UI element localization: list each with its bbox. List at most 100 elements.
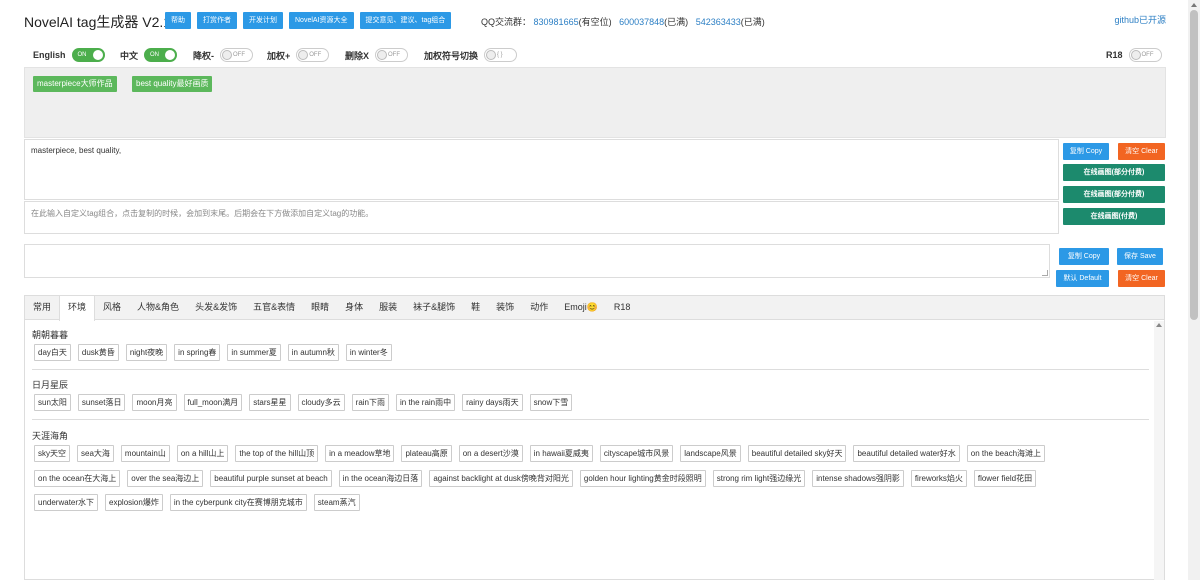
- toggle-weight[interactable]: 加权+ OFF: [267, 48, 330, 62]
- tag-chip[interactable]: moon月亮: [132, 394, 177, 411]
- tab-style[interactable]: 风格: [95, 296, 129, 319]
- tag-chip[interactable]: day白天: [34, 344, 71, 361]
- tab-face[interactable]: 五官&表情: [245, 296, 303, 319]
- tag-chip[interactable]: mountain山: [120, 445, 170, 462]
- tag-chip[interactable]: rain下雨: [351, 394, 389, 411]
- tag-chip[interactable]: in summer夏: [227, 344, 281, 361]
- tag-chip[interactable]: in the cyberpunk city在赛博朋克城市: [169, 494, 307, 511]
- tag-chip[interactable]: fireworks焰火: [910, 470, 967, 487]
- tab-emoji[interactable]: Emoji😊: [556, 296, 606, 319]
- selected-tag[interactable]: masterpiece大师作品: [33, 76, 117, 92]
- tag-chip[interactable]: on the ocean在大海上: [34, 470, 121, 487]
- tag-chip[interactable]: night夜晚: [125, 344, 168, 361]
- tab-r18[interactable]: R18: [606, 296, 639, 319]
- tag-chip[interactable]: on a desert沙漠: [458, 445, 523, 462]
- scroll-up-arrow-icon[interactable]: [1156, 323, 1162, 327]
- resize-handle[interactable]: [1042, 270, 1048, 276]
- tag-chip[interactable]: underwater水下: [34, 494, 99, 511]
- tag-chip[interactable]: in spring春: [174, 344, 221, 361]
- tag-chip[interactable]: in the ocean海边日落: [338, 470, 423, 487]
- tab-character[interactable]: 人物&角色: [129, 296, 187, 319]
- tab-legwear[interactable]: 袜子&腿饰: [405, 296, 463, 319]
- tag-chip[interactable]: sun太阳: [34, 394, 71, 411]
- tag-chip[interactable]: beautiful detailed water好水: [853, 445, 960, 462]
- tag-chip[interactable]: in autumn秋: [287, 344, 339, 361]
- copy-button[interactable]: 复制 Copy: [1063, 143, 1109, 160]
- tab-eyes[interactable]: 眼睛: [303, 296, 337, 319]
- tag-chip[interactable]: stars星星: [249, 394, 291, 411]
- toggle-switch[interactable]: OFF: [220, 48, 253, 62]
- tag-chip[interactable]: strong rim light强边缘光: [712, 470, 806, 487]
- copy-custom-button[interactable]: 复制 Copy: [1059, 248, 1109, 265]
- tag-chip[interactable]: on a hill山上: [176, 445, 229, 462]
- selected-tag[interactable]: best quality最好画质: [132, 76, 213, 92]
- tag-chip[interactable]: flower field花田: [973, 470, 1037, 487]
- github-link[interactable]: github已开源: [1114, 13, 1166, 26]
- tab-environment[interactable]: 环境: [59, 296, 96, 321]
- save-button[interactable]: 保存 Save: [1117, 248, 1163, 265]
- toggle-switch[interactable]: OFF: [375, 48, 409, 62]
- tag-chip[interactable]: in the rain雨中: [396, 394, 456, 411]
- tag-chip[interactable]: in a meadow草地: [325, 445, 395, 462]
- dev-plan-button[interactable]: 开发计划: [243, 12, 283, 29]
- tag-chip[interactable]: in winter冬: [345, 344, 392, 361]
- tag-chip[interactable]: full_moon满月: [183, 394, 243, 411]
- tag-chip[interactable]: beautiful purple sunset at beach: [210, 470, 332, 487]
- toggle-english[interactable]: English ON: [33, 48, 105, 62]
- tag-chip[interactable]: cityscape城市风景: [599, 445, 674, 462]
- toggle-deweight[interactable]: 降权- OFF: [193, 48, 253, 62]
- tag-chip[interactable]: the top of the hill山顶: [235, 445, 319, 462]
- tag-chip[interactable]: plateau高原: [401, 445, 452, 462]
- tag-chip[interactable]: intense shadows强阴影: [812, 470, 904, 487]
- tag-chip[interactable]: sea大海: [77, 445, 114, 462]
- tag-chip[interactable]: steam蒸汽: [313, 494, 360, 511]
- tag-chip[interactable]: rainy days雨天: [462, 394, 523, 411]
- tag-chip[interactable]: on the beach海滩上: [966, 445, 1046, 462]
- scrollbar-thumb[interactable]: [1190, 10, 1198, 320]
- online-draw-button-3[interactable]: 在线画图(付费): [1063, 208, 1165, 225]
- tag-panel-scrollbar[interactable]: [1154, 321, 1164, 580]
- toggle-chinese[interactable]: 中文 ON: [120, 48, 178, 62]
- toggle-switch[interactable]: ON: [144, 48, 178, 62]
- tag-chip[interactable]: cloudy多云: [297, 394, 345, 411]
- tab-common[interactable]: 常用: [25, 296, 59, 319]
- output-textarea[interactable]: masterpiece, best quality,: [24, 139, 1059, 200]
- qq-group-2-number[interactable]: 600037848: [619, 17, 664, 27]
- clear-custom-button[interactable]: 清空 Clear: [1118, 270, 1165, 287]
- default-button[interactable]: 默认 Default: [1056, 270, 1109, 287]
- custom-tag-input[interactable]: [24, 244, 1050, 278]
- tag-chip[interactable]: snow下雪: [529, 394, 573, 411]
- clear-button[interactable]: 清空 Clear: [1118, 143, 1165, 160]
- toggle-switch[interactable]: OFF: [296, 48, 330, 62]
- tab-action[interactable]: 动作: [522, 296, 556, 319]
- tab-decoration[interactable]: 装饰: [488, 296, 522, 319]
- tag-chip[interactable]: beautiful detailed sky好天: [747, 445, 847, 462]
- page-scrollbar[interactable]: [1188, 0, 1200, 580]
- tag-chip[interactable]: sunset落日: [77, 394, 126, 411]
- tag-chip[interactable]: landscape风景: [680, 445, 741, 462]
- tag-chip[interactable]: in hawaii夏威夷: [529, 445, 593, 462]
- tab-body[interactable]: 身体: [337, 296, 371, 319]
- tab-hair[interactable]: 头发&发饰: [187, 296, 245, 319]
- toggle-delete[interactable]: 删除X OFF: [345, 48, 409, 62]
- scroll-up-arrow-icon[interactable]: [1191, 3, 1197, 7]
- tag-chip[interactable]: against backlight at dusk傍晚背对阳光: [429, 470, 573, 487]
- online-draw-button-1[interactable]: 在线画图(部分付费): [1063, 164, 1165, 181]
- custom-tag-textarea[interactable]: 在此输入自定义tag组合，点击复制的时候，会加到末尾。后期会在下方做添加自定义t…: [24, 201, 1059, 234]
- tab-shoes[interactable]: 鞋: [463, 296, 488, 319]
- toggle-switch[interactable]: { }: [484, 48, 518, 62]
- online-draw-button-2[interactable]: 在线画图(部分付费): [1063, 186, 1165, 203]
- tag-chip[interactable]: sky天空: [34, 445, 70, 462]
- toggle-weight-symbol[interactable]: 加权符号切换 { }: [424, 48, 518, 62]
- tag-chip[interactable]: explosion爆炸: [105, 494, 163, 511]
- resources-button[interactable]: NovelAI资源大全: [289, 12, 354, 29]
- tab-clothing[interactable]: 服装: [371, 296, 405, 319]
- qq-group-3-number[interactable]: 542363433: [696, 17, 741, 27]
- donate-button[interactable]: 打赏作者: [197, 12, 237, 29]
- help-button[interactable]: 帮助: [165, 12, 191, 29]
- toggle-switch[interactable]: ON: [71, 48, 105, 62]
- tag-chip[interactable]: over the sea海边上: [127, 470, 204, 487]
- tag-chip[interactable]: dusk黄昏: [77, 344, 119, 361]
- tag-chip[interactable]: golden hour lighting黄金时段照明: [579, 470, 706, 487]
- qq-group-1-number[interactable]: 830981665: [534, 17, 579, 27]
